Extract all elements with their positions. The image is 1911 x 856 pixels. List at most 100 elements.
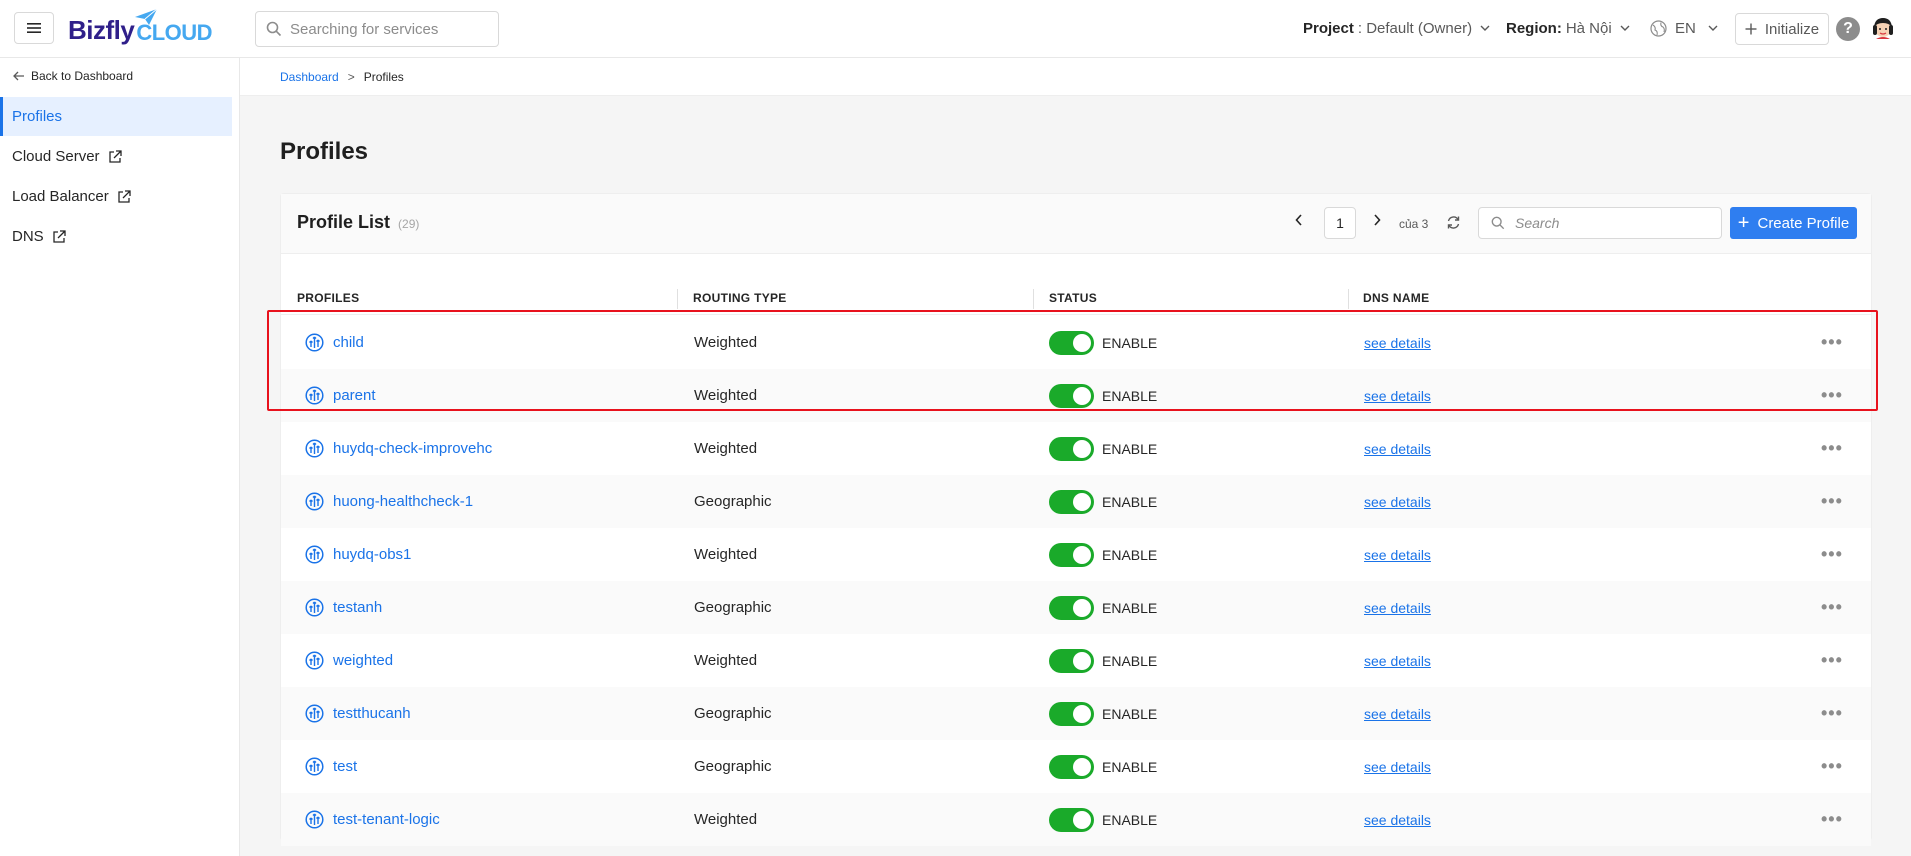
traffic-profile-icon bbox=[305, 439, 324, 458]
status-toggle[interactable] bbox=[1049, 436, 1094, 461]
profile-name-link[interactable]: parent bbox=[333, 387, 376, 404]
status-toggle[interactable] bbox=[1049, 542, 1094, 567]
traffic-profile-icon bbox=[305, 810, 324, 829]
back-to-dashboard-link[interactable]: Back to Dashboard bbox=[13, 69, 133, 83]
chevron-right-icon[interactable] bbox=[1373, 214, 1381, 226]
table-row: huong-healthcheck-1 Geographic ENABLE see d… bbox=[281, 475, 1871, 528]
dns-cell: see details bbox=[1364, 475, 1431, 528]
column-header-profiles[interactable]: PROFILES bbox=[297, 281, 359, 315]
see-details-link[interactable]: see details bbox=[1364, 600, 1431, 616]
more-horizontal-icon[interactable]: ••• bbox=[1821, 491, 1843, 512]
sidebar-item-label: Profiles bbox=[12, 108, 63, 125]
more-horizontal-icon[interactable]: ••• bbox=[1821, 756, 1843, 777]
bizfly-cloud-logo[interactable]: Bizfly CLOUD bbox=[68, 8, 213, 46]
traffic-profile-icon bbox=[305, 545, 324, 564]
help-icon[interactable]: ? bbox=[1836, 17, 1860, 41]
menu-button[interactable] bbox=[14, 12, 54, 44]
card-title-text: Profile List bbox=[297, 212, 391, 232]
profile-name-link[interactable]: test-tenant-logic bbox=[333, 811, 440, 828]
initialize-label: Initialize bbox=[1764, 20, 1820, 38]
service-search-input[interactable]: Searching for services bbox=[255, 11, 499, 47]
column-header-routing-type[interactable]: ROUTING TYPE bbox=[693, 281, 787, 315]
status-toggle[interactable] bbox=[1049, 330, 1094, 355]
status-value: ENABLE bbox=[1102, 599, 1158, 616]
see-details-link[interactable]: see details bbox=[1364, 388, 1431, 404]
more-horizontal-icon[interactable]: ••• bbox=[1821, 809, 1843, 830]
more-horizontal-icon[interactable]: ••• bbox=[1821, 438, 1843, 459]
breadcrumb-separator: > bbox=[347, 69, 355, 84]
status-toggle[interactable] bbox=[1049, 754, 1094, 779]
column-divider bbox=[677, 289, 678, 309]
breadcrumb-dashboard-link[interactable]: Dashboard bbox=[280, 70, 339, 84]
status-toggle[interactable] bbox=[1049, 383, 1094, 408]
more-horizontal-icon[interactable]: ••• bbox=[1821, 385, 1843, 406]
profile-name-link[interactable]: testthucanh bbox=[333, 705, 411, 722]
status-value: ENABLE bbox=[1102, 440, 1158, 457]
language-selector[interactable]: EN bbox=[1650, 0, 1718, 56]
see-details-link[interactable]: see details bbox=[1364, 335, 1431, 351]
more-horizontal-icon[interactable]: ••• bbox=[1821, 650, 1843, 671]
chevron-left-icon[interactable] bbox=[1295, 214, 1303, 226]
profile-list-card: Profile List (29) 1 của 3 Search + Creat… bbox=[280, 193, 1872, 846]
profile-name-link[interactable]: weighted bbox=[333, 652, 393, 669]
breadcrumb: Dashboard > Profiles bbox=[240, 58, 1911, 96]
column-header-dns-name[interactable]: DNS NAME bbox=[1363, 281, 1429, 315]
status-toggle[interactable] bbox=[1049, 595, 1094, 620]
user-avatar[interactable] bbox=[1870, 15, 1896, 41]
profile-name-link[interactable]: huong-healthcheck-1 bbox=[333, 493, 473, 510]
profile-name-link[interactable]: huydq-check-improvehc bbox=[333, 440, 492, 457]
column-header-status[interactable]: STATUS bbox=[1049, 281, 1097, 315]
profile-name-link[interactable]: huydq-obs1 bbox=[333, 546, 411, 563]
dns-cell: see details bbox=[1364, 581, 1431, 634]
routing-type-value: Weighted bbox=[694, 811, 758, 828]
more-horizontal-icon[interactable]: ••• bbox=[1821, 332, 1843, 353]
create-profile-button[interactable]: + Create Profile bbox=[1730, 207, 1857, 239]
table-row: testthucanh Geographic ENABLE see details ••… bbox=[281, 687, 1871, 740]
see-details-link[interactable]: see details bbox=[1364, 812, 1431, 828]
profile-cell: test bbox=[305, 740, 357, 793]
routing-type-value: Weighted bbox=[694, 334, 758, 351]
hamburger-icon bbox=[27, 23, 41, 33]
refresh-icon[interactable] bbox=[1446, 215, 1461, 230]
project-selector[interactable]: Project : Default (Owner) bbox=[1303, 0, 1490, 56]
more-horizontal-icon[interactable]: ••• bbox=[1821, 597, 1843, 618]
dns-cell: see details bbox=[1364, 369, 1431, 422]
status-toggle[interactable] bbox=[1049, 701, 1094, 726]
region-selector[interactable]: Region: Hà Nội bbox=[1506, 0, 1630, 56]
see-details-link[interactable]: see details bbox=[1364, 706, 1431, 722]
see-details-link[interactable]: see details bbox=[1364, 494, 1431, 510]
search-icon bbox=[1491, 216, 1505, 230]
sidebar-item-dns[interactable]: DNS bbox=[0, 217, 232, 256]
profile-search-input[interactable]: Search bbox=[1478, 207, 1722, 239]
routing-type-cell: Weighted bbox=[694, 316, 757, 369]
profile-cell: weighted bbox=[305, 634, 393, 687]
status-toggle[interactable] bbox=[1049, 489, 1094, 514]
current-page-input[interactable]: 1 bbox=[1324, 207, 1356, 239]
initialize-button[interactable]: Initialize bbox=[1735, 13, 1829, 45]
sidebar-item-cloud-server[interactable]: Cloud Server bbox=[0, 137, 232, 176]
profile-list-title: Profile List (29) bbox=[297, 212, 419, 233]
profile-cell: testanh bbox=[305, 581, 382, 634]
status-cell: ENABLE bbox=[1049, 316, 1157, 369]
more-horizontal-icon[interactable]: ••• bbox=[1821, 703, 1843, 724]
see-details-link[interactable]: see details bbox=[1364, 547, 1431, 563]
routing-type-cell: Weighted bbox=[694, 422, 757, 475]
dns-cell: see details bbox=[1364, 316, 1431, 369]
profile-name-link[interactable]: test bbox=[333, 758, 357, 775]
sidebar-item-profiles[interactable]: Profiles bbox=[0, 97, 232, 136]
more-horizontal-icon[interactable]: ••• bbox=[1821, 544, 1843, 565]
status-toggle[interactable] bbox=[1049, 648, 1094, 673]
routing-type-cell: Weighted bbox=[694, 793, 757, 846]
profile-cell: huydq-check-improvehc bbox=[305, 422, 492, 475]
see-details-link[interactable]: see details bbox=[1364, 653, 1431, 669]
see-details-link[interactable]: see details bbox=[1364, 759, 1431, 775]
see-details-link[interactable]: see details bbox=[1364, 441, 1431, 457]
status-toggle[interactable] bbox=[1049, 807, 1094, 832]
profile-name-link[interactable]: child bbox=[333, 334, 364, 351]
table-row: child Weighted ENABLE see details ••• bbox=[281, 316, 1871, 369]
chevron-down-icon bbox=[1480, 25, 1490, 31]
status-cell: ENABLE bbox=[1049, 528, 1157, 581]
paper-plane-icon bbox=[135, 8, 158, 25]
profile-name-link[interactable]: testanh bbox=[333, 599, 382, 616]
sidebar-item-load-balancer[interactable]: Load Balancer bbox=[0, 177, 232, 216]
